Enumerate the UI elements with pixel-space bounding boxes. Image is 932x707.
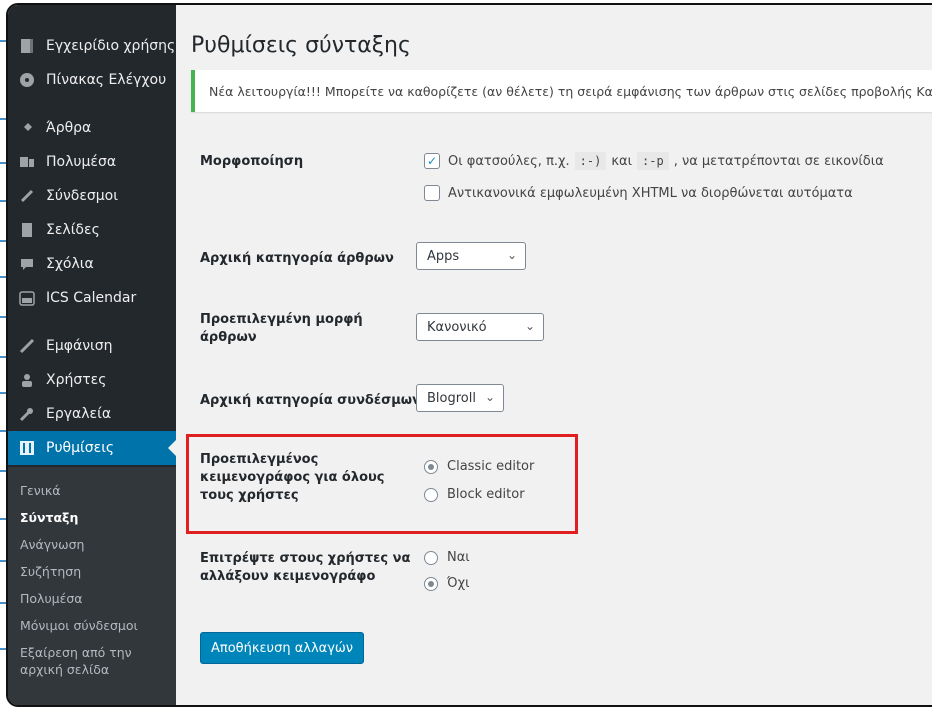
link-category-label: Αρχική κατηγορία συνδέσμων [200,393,421,408]
submenu-exclude-home[interactable]: Εξαίρεση από την [20,645,132,660]
allow-yes-option[interactable]: Ναι [424,550,470,565]
post-format-label: Προεπιλεγμένη μορφή άρθρων [200,312,363,345]
smilies-checkbox[interactable]: ✓ [424,153,440,169]
sidebar-item-appearance[interactable]: Εμφάνιση [8,329,176,363]
sidebar-item-label: Εγχειρίδιο χρήσης [46,38,176,54]
brush-icon [18,337,36,355]
smilies-option[interactable]: ✓ Οι φατσούλες, π.χ. :-) και :-p , να με… [424,152,884,170]
page-icon [18,221,36,239]
post-format-select[interactable]: Κανονικό ⌄ [416,313,544,341]
allow-yes-radio[interactable] [424,550,438,565]
media-icon [18,153,36,171]
highlight-box [186,434,578,534]
sidebar-item-settings[interactable]: Ρυθμίσεις [8,431,176,465]
sidebar-item-links[interactable]: Σύνδεσμοι [8,179,176,213]
sidebar-item-label: Εργαλεία [46,406,112,422]
sidebar-item-label: Εμφάνιση [46,338,113,354]
submenu-exclude-home-line2[interactable]: αρχική σελίδα [20,662,109,677]
sidebar-item-tools[interactable]: Εργαλεία [8,397,176,431]
sidebar-item-label: Χρήστες [46,372,107,388]
allow-no-radio[interactable] [424,576,438,591]
chevron-down-icon: ⌄ [484,390,495,404]
save-changes-button[interactable]: Αποθήκευση αλλαγών [200,632,365,664]
formatting-label: Μορφοποίηση [200,154,304,169]
settings-icon [18,439,36,457]
sidebar-item-users[interactable]: Χρήστες [8,363,176,397]
chevron-down-icon: ⌄ [506,248,517,262]
allow-no-option[interactable]: Όχι [424,576,469,591]
settings-submenu: Γενικά Σύνταξη Ανάγνωση Συζήτηση Πολυμέσ… [8,467,176,705]
page-title: Ρυθμίσεις σύνταξης [191,33,411,58]
xhtml-option[interactable]: Αντικανονικά εμφωλευμένη XHTML να διορθώ… [424,185,853,201]
post-category-select[interactable]: Apps ⌄ [416,242,526,270]
sidebar-item-manual[interactable]: Εγχειρίδιο χρήσης [8,29,176,63]
submenu-writing[interactable]: Σύνταξη [20,510,78,525]
sidebar-item-label: Πίνακας Ελέγχου [46,72,167,88]
book-icon [18,37,36,55]
sidebar-item-label: Πολυμέσα [46,154,117,170]
sidebar-item-label: Άρθρα [46,120,92,136]
notice-banner: Νέα λειτουργία!!! Μπορείτε να καθορίζετε… [191,70,932,112]
sidebar-item-label: Σύνδεσμοι [46,188,118,204]
sidebar-item-dashboard[interactable]: Πίνακας Ελέγχου [8,63,176,97]
pin-icon [18,119,36,137]
calendar-icon [18,289,36,307]
allow-switch-label: Επιτρέψτε στους χρήστες να αλλάξουν κειμ… [200,551,411,584]
chevron-down-icon: ⌄ [524,319,535,333]
xhtml-checkbox[interactable] [424,185,440,201]
sidebar-item-posts[interactable]: Άρθρα [8,111,176,145]
wrench-icon [18,405,36,423]
main-content: Ρυθμίσεις σύνταξης Νέα λειτουργία!!! Μπο… [176,5,932,705]
sidebar-item-comments[interactable]: Σχόλια [8,247,176,281]
submenu-general[interactable]: Γενικά [20,483,61,498]
sidebar-item-label: Σχόλια [46,256,94,272]
submenu-permalinks[interactable]: Μόνιμοι σύνδεσμοι [20,618,138,633]
comment-icon [18,255,36,273]
sidebar-item-pages[interactable]: Σελίδες [8,213,176,247]
sidebar-item-label: ICS Calendar [46,290,137,306]
sidebar-item-label: Ρυθμίσεις [46,440,115,456]
sidebar-item-ics-calendar[interactable]: ICS Calendar [8,281,176,315]
active-indicator [168,440,176,456]
submenu-reading[interactable]: Ανάγνωση [20,537,84,552]
sidebar-item-label: Σελίδες [46,222,100,238]
notice-text: Νέα λειτουργία!!! Μπορείτε να καθορίζετε… [209,83,932,99]
users-icon [18,371,36,389]
submenu-discussion[interactable]: Συζήτηση [20,564,81,579]
browser-frame: Εγχειρίδιο χρήσης Πίνακας Ελέγχου Άρθρα … [6,3,932,707]
sidebar-item-media[interactable]: Πολυμέσα [8,145,176,179]
dashboard-icon [18,71,36,89]
link-icon [18,187,36,205]
submenu-media[interactable]: Πολυμέσα [20,591,83,606]
admin-sidebar: Εγχειρίδιο χρήσης Πίνακας Ελέγχου Άρθρα … [8,5,176,705]
link-category-select[interactable]: Blogroll ⌄ [416,384,504,412]
post-category-label: Αρχική κατηγορία άρθρων [200,251,394,266]
